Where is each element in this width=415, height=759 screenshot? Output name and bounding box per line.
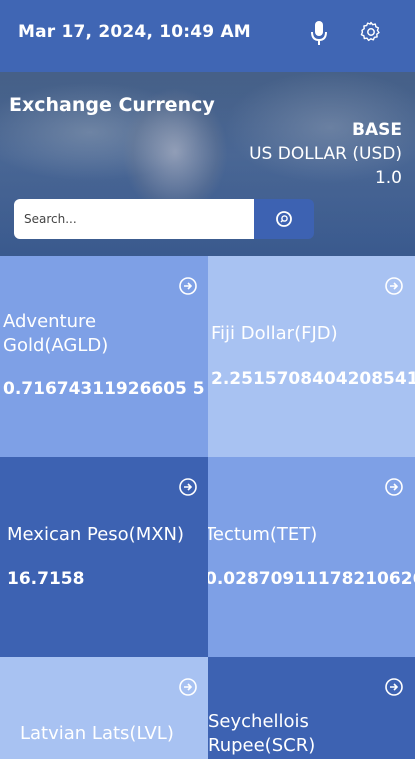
base-currency-value: 1.0 xyxy=(374,168,402,188)
currency-name: Latvian Lats(LVL) xyxy=(20,723,174,744)
arrow-right-circle-icon[interactable] xyxy=(384,477,404,497)
currency-name: Tectum(TET) xyxy=(208,524,318,545)
gear-icon[interactable] xyxy=(359,20,383,44)
search-bar xyxy=(14,199,314,239)
currency-rate: 16.7158 xyxy=(7,569,85,589)
currency-card-lvl[interactable]: Latvian Lats(LVL) xyxy=(0,657,208,759)
currency-grid: Adventure Gold(AGLD) 0.71674311926605 5 … xyxy=(0,256,415,759)
top-bar: Mar 17, 2024, 10:49 AM xyxy=(0,0,415,72)
arrow-right-circle-icon[interactable] xyxy=(384,276,404,296)
currency-rate: 2.2515708404208541 xyxy=(211,369,415,389)
search-button[interactable] xyxy=(254,199,314,239)
search-icon xyxy=(276,211,292,227)
currency-card-mxn[interactable]: Mexican Peso(MXN) 16.7158 xyxy=(0,457,208,657)
arrow-right-circle-icon[interactable] xyxy=(384,677,404,697)
currency-card-tet[interactable]: Tectum(TET) 0.02870911178210626 xyxy=(208,457,415,657)
currency-card-agld[interactable]: Adventure Gold(AGLD) 0.71674311926605 5 xyxy=(0,256,208,457)
arrow-right-circle-icon[interactable] xyxy=(178,276,198,296)
currency-card-fjd[interactable]: Fiji Dollar(FJD) 2.2515708404208541 xyxy=(208,256,415,457)
currency-name: Fiji Dollar(FJD) xyxy=(211,323,338,344)
arrow-right-circle-icon[interactable] xyxy=(178,677,198,697)
arrow-right-circle-icon[interactable] xyxy=(178,477,198,497)
currency-name: Adventure Gold(AGLD) xyxy=(3,311,109,356)
search-input[interactable] xyxy=(14,199,254,239)
currency-name: Seychellois Rupee(SCR) xyxy=(208,711,316,756)
currency-card-scr[interactable]: Seychellois Rupee(SCR) xyxy=(208,657,415,759)
currency-rate: 0.71674311926605 5 xyxy=(3,379,205,399)
base-currency-name: US DOLLAR (USD) xyxy=(249,144,402,164)
base-label: BASE xyxy=(352,120,402,140)
currency-rate: 0.02870911178210626 xyxy=(208,569,415,589)
datetime-label: Mar 17, 2024, 10:49 AM xyxy=(18,22,251,42)
page-title: Exchange Currency xyxy=(9,94,215,116)
microphone-icon[interactable] xyxy=(308,19,330,47)
currency-name: Mexican Peso(MXN) xyxy=(7,524,185,545)
